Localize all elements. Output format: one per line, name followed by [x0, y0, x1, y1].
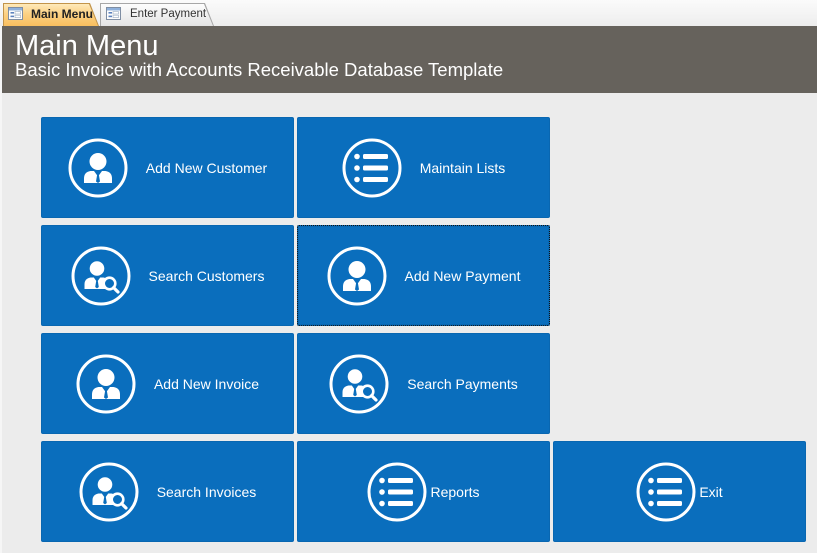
button-label: Add New Payment — [404, 267, 521, 284]
list-icon — [367, 462, 427, 522]
add-new-payment-button[interactable]: Add New Payment — [297, 225, 550, 326]
button-label: Search Payments — [407, 375, 518, 392]
page-title: Main Menu — [15, 30, 159, 62]
form-header: Main Menu Basic Invoice with Accounts Re… — [2, 26, 817, 93]
button-label: Exit — [699, 483, 723, 500]
add-new-customer-button[interactable]: Add New Customer — [41, 117, 294, 218]
person-search-icon — [71, 246, 131, 306]
document-tab-bar: Main Menu Enter Payment — [0, 0, 817, 26]
person-icon — [327, 246, 387, 306]
window-left-border — [0, 26, 2, 553]
tab-main-menu[interactable]: Main Menu — [3, 3, 99, 26]
tab-enter-payment[interactable]: Enter Payment — [100, 3, 214, 26]
button-label: Search Invoices — [156, 483, 257, 500]
person-search-icon — [79, 462, 139, 522]
person-icon — [76, 354, 136, 414]
reports-button[interactable]: Reports — [297, 441, 550, 542]
search-payments-button[interactable]: Search Payments — [297, 333, 550, 434]
add-new-invoice-button[interactable]: Add New Invoice — [41, 333, 294, 434]
button-label: Reports — [430, 483, 480, 500]
person-search-icon — [329, 354, 389, 414]
exit-button[interactable]: Exit — [553, 441, 806, 542]
form-icon — [8, 7, 23, 20]
button-label: Add New Invoice — [153, 375, 260, 392]
page-subtitle: Basic Invoice with Accounts Receivable D… — [15, 59, 504, 80]
button-label: Maintain Lists — [419, 159, 506, 176]
maintain-lists-button[interactable]: Maintain Lists — [297, 117, 550, 218]
tab-label: Enter Payment — [130, 8, 207, 20]
button-label: Add New Customer — [145, 159, 268, 176]
search-customers-button[interactable]: Search Customers — [41, 225, 294, 326]
search-invoices-button[interactable]: Search Invoices — [41, 441, 294, 542]
tab-label: Main Menu — [31, 7, 93, 21]
list-icon — [342, 138, 402, 198]
button-label: Search Customers — [148, 267, 265, 284]
list-icon — [636, 462, 696, 522]
person-icon — [68, 138, 128, 198]
form-icon — [106, 7, 121, 20]
